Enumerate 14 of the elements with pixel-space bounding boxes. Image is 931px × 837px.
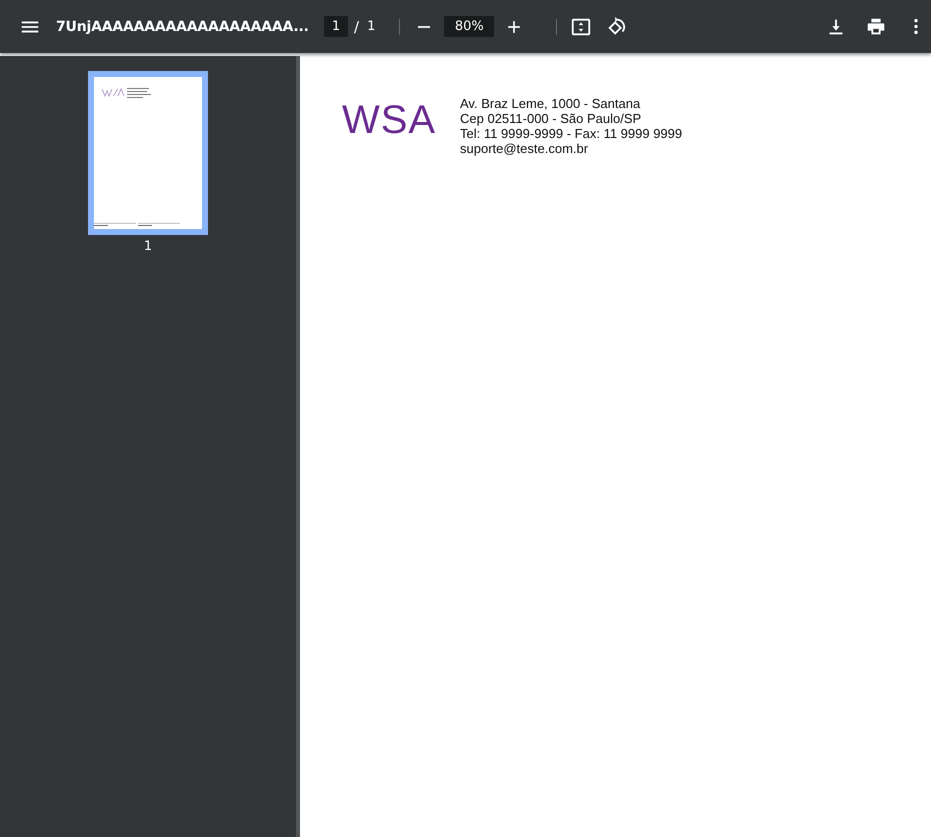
- page-number-field[interactable]: 1: [324, 16, 348, 37]
- address-line: Tel: 11 9999-9999 - Fax: 11 9999 9999: [460, 126, 682, 141]
- zoom-field[interactable]: 80%: [444, 16, 494, 37]
- page-total: 1: [367, 19, 376, 34]
- document-title: 7UnjAAAAAAAAAAAAAAAAAAA...: [56, 18, 309, 34]
- page-separator: /: [354, 18, 360, 36]
- page-thumbnail[interactable]: [88, 71, 208, 235]
- company-logo: WSA: [342, 100, 438, 140]
- address-line: Av. Braz Leme, 1000 - Santana: [460, 96, 642, 111]
- address-line: suporte@teste.com.br: [460, 141, 590, 156]
- address-line: Cep 02511-000 - São Paulo/SP: [460, 111, 642, 126]
- thumbnail-page-number: 1: [144, 239, 152, 254]
- minus-icon: [418, 26, 430, 28]
- more-options-icon: [914, 19, 918, 34]
